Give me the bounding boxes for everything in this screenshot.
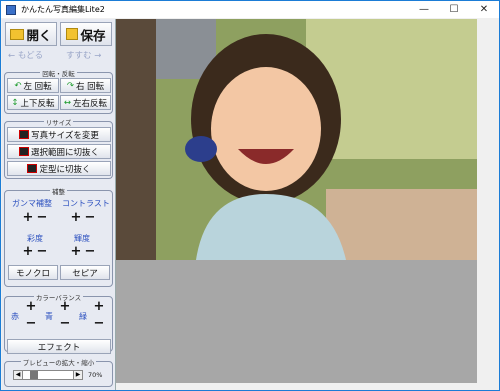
zoom-slider[interactable]: ◀ ▶ [13, 370, 83, 380]
save-button[interactable]: 保存 [60, 22, 112, 46]
gamma-plus-button[interactable]: + [22, 211, 34, 224]
flip-vertical-icon: ↕ [11, 97, 19, 108]
crop-selection-label: 選択範囲に切抜く [30, 147, 99, 158]
saturation-minus-button[interactable]: − [36, 245, 48, 258]
zoom-left-arrow[interactable]: ◀ [14, 371, 23, 379]
resize-photo-button[interactable]: 写真サイズを変更 [7, 127, 111, 142]
photo-sandbox [326, 189, 477, 260]
photo-face [211, 67, 321, 191]
star-icon [27, 164, 38, 173]
blue-plus-button[interactable]: + [59, 300, 71, 313]
green-plus-button[interactable]: + [93, 300, 105, 313]
title-bar: かんたん写真編集Lite2 — ☐ ✕ [1, 1, 499, 18]
effect-button[interactable]: エフェクト [7, 339, 111, 354]
open-button[interactable]: 開く [5, 22, 57, 46]
blue-minus-button[interactable]: − [59, 317, 71, 330]
crop-selection-button[interactable]: 選択範囲に切抜く [7, 144, 111, 159]
photo-adult-legs [116, 19, 156, 260]
crop-selection-icon [18, 147, 29, 156]
brightness-minus-button[interactable]: − [84, 245, 96, 258]
open-label: 開く [26, 27, 52, 43]
flip-horizontal-button[interactable]: ↔ 左右反転 [60, 95, 111, 110]
photo-hair-tie [185, 136, 217, 162]
rotate-left-icon: ↶ [14, 80, 22, 91]
gamma-label: ガンマ補整 [12, 199, 52, 208]
sepia-button[interactable]: セピア [60, 265, 110, 280]
minimize-button[interactable]: — [409, 1, 439, 18]
flip-horizontal-label: 左右反転 [73, 98, 108, 109]
brightness-plus-button[interactable]: + [70, 245, 82, 258]
saturation-label: 彩度 [27, 234, 43, 243]
gamma-minus-button[interactable]: − [36, 211, 48, 224]
app-window: かんたん写真編集Lite2 — ☐ ✕ 開く 保存 ← もどる すすむ → 回転… [0, 0, 500, 391]
crop-shape-label: 定型に切抜く [39, 164, 91, 175]
adjust-group-title: 補整 [2, 186, 115, 196]
maximize-button[interactable]: ☐ [439, 1, 469, 18]
flip-vertical-button[interactable]: ↕ 上下反転 [7, 95, 59, 110]
rotate-right-button[interactable]: ↷ 右 回転 [60, 78, 111, 93]
monochrome-button[interactable]: モノクロ [8, 265, 58, 280]
zoom-group-label: プレビューの拡大・縮小 [20, 359, 97, 367]
contrast-plus-button[interactable]: + [70, 211, 82, 224]
brightness-label: 輝度 [74, 234, 90, 243]
close-button[interactable]: ✕ [469, 1, 499, 18]
red-plus-button[interactable]: + [25, 300, 37, 313]
saturation-plus-button[interactable]: + [22, 245, 34, 258]
folder-icon [10, 28, 25, 40]
back-button[interactable]: ← もどる [8, 49, 43, 61]
photo-preview[interactable] [116, 19, 477, 260]
flip-vertical-label: 上下反転 [20, 98, 55, 109]
vertical-scrollbar[interactable] [477, 19, 499, 383]
zoom-group-title: プレビューの拡大・縮小 [2, 357, 115, 367]
red-minus-button[interactable]: − [25, 317, 37, 330]
zoom-value: 70% [88, 371, 103, 379]
zoom-right-arrow[interactable]: ▶ [73, 371, 82, 379]
rotate-group-label: 回転・反転 [40, 70, 77, 78]
crop-shape-button[interactable]: 定型に切抜く [7, 161, 111, 176]
rotate-right-label: 右 回転 [75, 81, 105, 92]
resize-icon [19, 130, 30, 139]
adjust-group-label: 補整 [50, 188, 67, 196]
tool-panel: 開く 保存 ← もどる すすむ → 回転・反転 ↶ 左 回転 ↷ 右 回転 ↕ 上下反… [2, 19, 115, 390]
contrast-label: コントラスト [62, 199, 110, 208]
green-minus-button[interactable]: − [93, 317, 105, 330]
resize-group-title: リサイズ [2, 117, 115, 127]
green-label: 緑 [79, 312, 87, 321]
zoom-slider-thumb[interactable] [29, 371, 38, 379]
app-icon [6, 4, 16, 15]
flip-horizontal-icon: ↔ [63, 97, 72, 108]
red-label: 赤 [11, 312, 19, 321]
save-label: 保存 [80, 27, 106, 43]
rotate-right-icon: ↷ [66, 80, 74, 91]
rotate-group-title: 回転・反転 [2, 68, 115, 78]
resize-photo-label: 写真サイズを変更 [31, 130, 99, 141]
resize-group-label: リサイズ [43, 119, 74, 127]
forward-button[interactable]: すすむ → [66, 49, 101, 61]
window-title: かんたん写真編集Lite2 [21, 5, 105, 14]
contrast-minus-button[interactable]: − [84, 211, 96, 224]
rotate-left-label: 左 回転 [23, 81, 52, 92]
save-icon [66, 28, 79, 40]
horizontal-scrollbar[interactable] [116, 383, 499, 390]
rotate-left-button[interactable]: ↶ 左 回転 [7, 78, 59, 93]
blue-label: 青 [45, 312, 53, 321]
